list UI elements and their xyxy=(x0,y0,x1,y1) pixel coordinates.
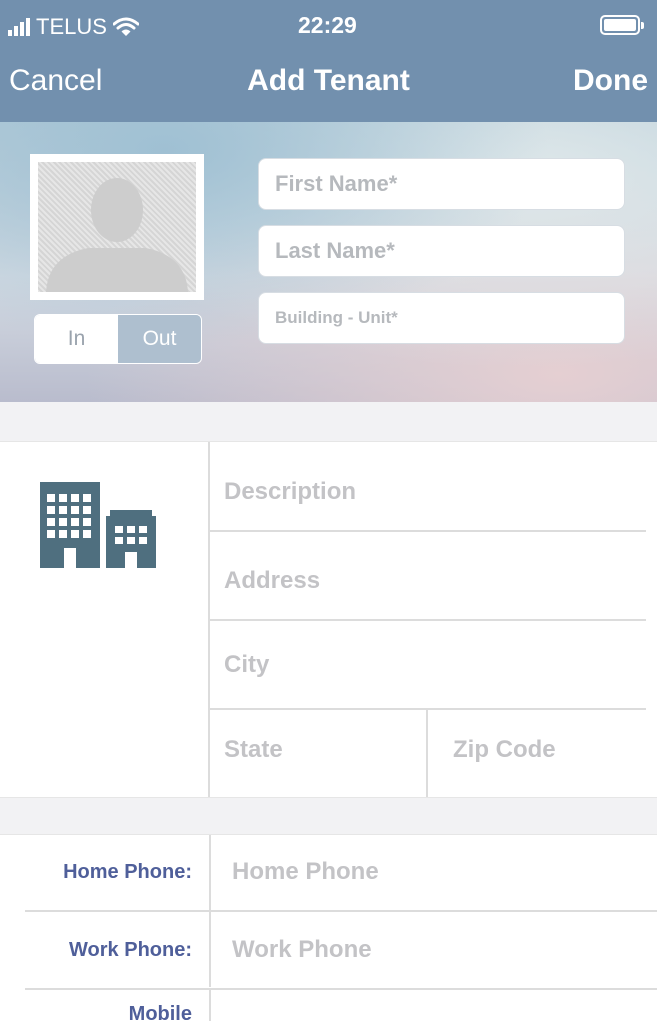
clock: 22:29 xyxy=(298,12,357,38)
work-phone-label: Work Phone: xyxy=(69,939,192,961)
navigation-bar: TELUS 22:29 Cancel Add Tenant Done xyxy=(0,0,657,122)
address-field[interactable]: Address xyxy=(224,567,320,595)
out-option[interactable]: Out xyxy=(118,315,201,363)
first-name-field[interactable]: First Name* xyxy=(258,158,625,210)
status-bar: TELUS 22:29 xyxy=(0,0,657,52)
work-phone-field[interactable]: Work Phone xyxy=(232,936,372,964)
in-option[interactable]: In xyxy=(35,315,118,363)
home-phone-field[interactable]: Home Phone xyxy=(232,858,379,886)
phone-column-border xyxy=(209,990,211,1021)
state-zip-divider xyxy=(426,708,428,797)
carrier-indicator: TELUS xyxy=(8,14,139,40)
person-silhouette-icon xyxy=(46,178,188,292)
description-field[interactable]: Description xyxy=(224,478,356,506)
divider xyxy=(25,910,657,912)
divider xyxy=(210,530,646,532)
page-title: Add Tenant xyxy=(247,64,410,97)
divider xyxy=(25,988,657,990)
signal-icon xyxy=(8,18,30,36)
done-button[interactable]: Done xyxy=(573,64,648,98)
section-separator xyxy=(0,798,657,834)
state-field[interactable]: State xyxy=(224,736,283,764)
divider xyxy=(210,619,646,621)
home-phone-label: Home Phone: xyxy=(63,861,192,883)
phone-column-border xyxy=(209,835,211,910)
carrier-name: TELUS xyxy=(36,14,107,39)
tenant-header-panel: In Out First Name* Last Name* Building -… xyxy=(0,122,657,402)
battery-icon xyxy=(600,15,644,35)
building-unit-field[interactable]: Building - Unit* xyxy=(258,292,625,344)
city-field[interactable]: City xyxy=(224,651,269,679)
building-icon xyxy=(40,482,156,568)
last-name-field[interactable]: Last Name* xyxy=(258,225,625,277)
zip-code-field[interactable]: Zip Code xyxy=(453,736,556,764)
divider xyxy=(0,441,657,442)
section-separator xyxy=(0,402,657,442)
divider xyxy=(0,834,657,835)
divider xyxy=(210,708,646,710)
avatar xyxy=(38,162,196,292)
phone-column-border xyxy=(209,912,211,987)
in-out-toggle[interactable]: In Out xyxy=(34,314,202,364)
wifi-icon xyxy=(112,17,139,36)
avatar-picker[interactable] xyxy=(30,154,204,300)
mobile-phone-label: Mobile xyxy=(128,1003,192,1025)
